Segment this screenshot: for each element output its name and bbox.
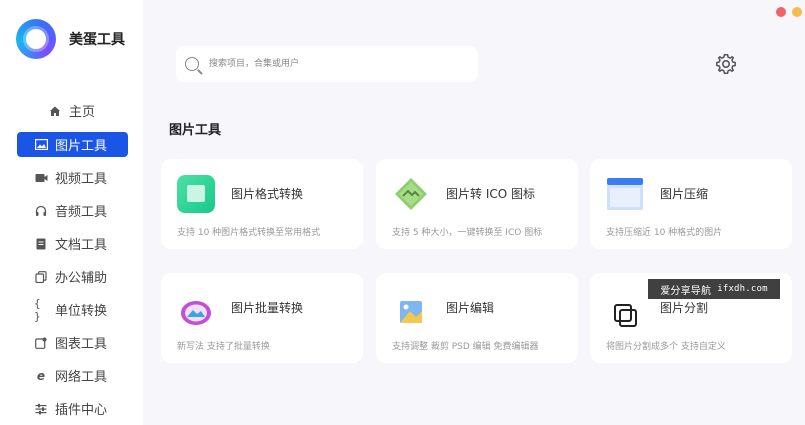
sidebar-item-label: 音频工具 bbox=[55, 205, 108, 220]
card-description: 新写法 支持了批量转换 bbox=[177, 342, 270, 352]
sidebar-item-label: 办公辅助 bbox=[55, 271, 108, 286]
window-controls bbox=[776, 7, 802, 17]
video-icon bbox=[34, 171, 48, 185]
format-convert-icon bbox=[177, 175, 215, 213]
section-title: 图片工具 bbox=[169, 123, 222, 138]
tool-card-edit-image[interactable]: 图片编辑 支持调整 裁剪 PSD 编辑 免费编辑器 bbox=[376, 273, 578, 363]
sidebar-item-plugin-center[interactable]: 插件中心 bbox=[17, 396, 128, 421]
sidebar-item-audio-tools[interactable]: 音频工具 bbox=[17, 198, 128, 223]
sidebar-item-label: 图片工具 bbox=[55, 139, 108, 154]
card-title: 图片格式转换 bbox=[231, 187, 304, 201]
sidebar-item-document-tools[interactable]: 文档工具 bbox=[17, 231, 128, 256]
sidebar-item-image-tools[interactable]: 图片工具 bbox=[17, 132, 128, 157]
ico-convert-icon bbox=[395, 178, 427, 210]
card-description: 支持压缩近 10 种格式的图片 bbox=[606, 228, 723, 238]
edit-image-icon bbox=[400, 301, 422, 323]
sidebar-item-home[interactable]: 主页 bbox=[17, 98, 128, 123]
chart-icon bbox=[34, 336, 48, 350]
sidebar: 美蛋工具 主页 图片工具 视频工具 音频工具 文档工具 办公辅助 {} 单位转… bbox=[0, 0, 143, 425]
copy-icon bbox=[34, 270, 48, 284]
sidebar-item-label: 主页 bbox=[69, 105, 96, 120]
tool-card-compress[interactable]: 图片压缩 支持压缩近 10 种格式的图片 bbox=[590, 159, 792, 249]
sidebar-item-network-tools[interactable]: e 网络工具 bbox=[17, 363, 128, 388]
tool-card-batch-convert[interactable]: 图片批量转换 新写法 支持了批量转换 bbox=[161, 273, 363, 363]
sidebar-item-chart-tools[interactable]: 图表工具 bbox=[17, 330, 128, 355]
document-icon bbox=[34, 237, 48, 251]
image-icon bbox=[34, 138, 48, 152]
ie-icon: e bbox=[36, 368, 46, 383]
home-icon bbox=[48, 104, 62, 118]
sidebar-item-label: 文档工具 bbox=[55, 238, 108, 253]
card-title: 图片编辑 bbox=[446, 301, 495, 315]
headphones-icon bbox=[34, 204, 48, 218]
sidebar-item-label: 网络工具 bbox=[55, 370, 108, 385]
card-description: 支持 10 种图片格式转换至常用格式 bbox=[177, 228, 321, 238]
app-logo-icon bbox=[16, 19, 56, 59]
card-title: 图片批量转换 bbox=[231, 301, 304, 315]
card-description: 支持调整 裁剪 PSD 编辑 免费编辑器 bbox=[392, 342, 539, 352]
app-name: 美蛋工具 bbox=[69, 32, 125, 48]
sliders-icon bbox=[34, 402, 48, 416]
compress-icon bbox=[607, 178, 643, 210]
settings-button[interactable] bbox=[714, 52, 738, 76]
watermark-text: 爱分享导航 bbox=[660, 285, 712, 297]
search-input[interactable] bbox=[207, 58, 461, 70]
sidebar-item-office-assist[interactable]: 办公辅助 bbox=[17, 264, 128, 289]
sidebar-item-unit-convert[interactable]: { } 单位转换 bbox=[17, 296, 128, 323]
card-title: 图片压缩 bbox=[660, 187, 709, 201]
braces-icon: { } bbox=[34, 296, 41, 323]
card-description: 将图片分割成多个 支持自定义 bbox=[606, 342, 726, 352]
sidebar-item-label: 图表工具 bbox=[55, 337, 108, 352]
close-window-button[interactable] bbox=[776, 7, 786, 17]
sidebar-item-video-tools[interactable]: 视频工具 bbox=[17, 165, 128, 190]
gear-icon bbox=[716, 54, 736, 74]
card-description: 支持 5 种大小，一键转换至 ICO 图标 bbox=[392, 228, 543, 238]
search-box bbox=[176, 46, 478, 82]
tool-card-ico-convert[interactable]: 图片转 ICO 图标 支持 5 种大小，一键转换至 ICO 图标 bbox=[376, 159, 578, 249]
card-title: 图片分割 bbox=[660, 301, 709, 315]
tool-card-format-convert[interactable]: 图片格式转换 支持 10 种图片格式转换至常用格式 bbox=[161, 159, 363, 249]
card-title: 图片转 ICO 图标 bbox=[446, 187, 535, 201]
watermark-url: ifxdh.com bbox=[717, 284, 768, 294]
minimize-window-button[interactable] bbox=[792, 7, 802, 17]
sidebar-item-label: 视频工具 bbox=[55, 172, 108, 187]
search-icon bbox=[185, 57, 199, 71]
sidebar-item-label: 单位转换 bbox=[55, 304, 108, 319]
batch-convert-icon bbox=[181, 301, 211, 325]
split-icon bbox=[614, 304, 637, 327]
watermark-badge: 爱分享导航 ifxdh.com bbox=[648, 279, 780, 299]
sidebar-item-label: 插件中心 bbox=[55, 403, 108, 418]
